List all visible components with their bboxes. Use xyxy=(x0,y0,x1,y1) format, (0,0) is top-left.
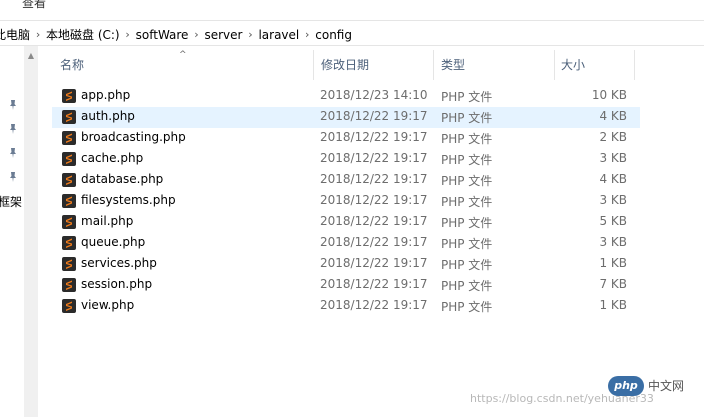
file-modified-date: 2018/12/22 19:17 xyxy=(320,256,428,270)
file-size: 7 KB xyxy=(599,277,627,291)
file-name: app.php xyxy=(81,88,131,102)
ribbon-tab-view[interactable]: 查看 xyxy=(22,0,46,11)
breadcrumb-software[interactable]: softWare xyxy=(134,28,191,42)
pin-icon[interactable] xyxy=(6,146,20,160)
file-modified-date: 2018/12/22 19:17 xyxy=(320,277,428,291)
file-row[interactable]: view.php 2018/12/22 19:17 PHP 文件 1 KB xyxy=(52,296,640,317)
chevron-right-icon[interactable]: › xyxy=(301,28,313,41)
pin-icon[interactable] xyxy=(6,98,20,112)
file-size: 1 KB xyxy=(599,298,627,312)
file-size: 3 KB xyxy=(599,193,627,207)
chevron-right-icon[interactable]: › xyxy=(244,28,256,41)
file-row[interactable]: filesystems.php 2018/12/22 19:17 PHP 文件 3 K… xyxy=(52,191,640,212)
file-row[interactable]: database.php 2018/12/22 19:17 PHP 文件 4 KB xyxy=(52,170,640,191)
column-divider[interactable] xyxy=(313,50,314,80)
file-modified-date: 2018/12/22 19:17 xyxy=(320,172,428,186)
breadcrumb-config[interactable]: config xyxy=(313,28,354,42)
file-type: PHP 文件 xyxy=(441,300,493,314)
breadcrumb-laravel[interactable]: laravel xyxy=(256,28,301,42)
php-file-icon xyxy=(62,152,76,166)
file-size: 5 KB xyxy=(599,214,627,228)
file-type: PHP 文件 xyxy=(441,216,493,230)
file-type: PHP 文件 xyxy=(441,279,493,293)
file-name: filesystems.php xyxy=(81,193,176,207)
file-name: auth.php xyxy=(81,109,135,123)
file-modified-date: 2018/12/22 19:17 xyxy=(320,130,428,144)
column-header-name[interactable]: 名称 xyxy=(60,50,84,80)
column-divider[interactable] xyxy=(433,50,434,80)
file-row[interactable]: session.php 2018/12/22 19:17 PHP 文件 7 KB xyxy=(52,275,640,296)
php-file-icon xyxy=(62,173,76,187)
php-file-icon xyxy=(62,110,76,124)
file-name: session.php xyxy=(81,277,153,291)
file-name: mail.php xyxy=(81,214,134,228)
file-type: PHP 文件 xyxy=(441,153,493,167)
file-row[interactable]: services.php 2018/12/22 19:17 PHP 文件 1 KB xyxy=(52,254,640,275)
column-divider[interactable] xyxy=(634,50,635,80)
php-file-icon xyxy=(62,89,76,103)
php-file-icon xyxy=(62,131,76,145)
file-name: cache.php xyxy=(81,151,144,165)
scroll-up-arrow-icon[interactable]: ▲ xyxy=(24,50,38,62)
sort-ascending-icon: ^ xyxy=(179,50,187,60)
chevron-right-icon[interactable]: › xyxy=(190,28,202,41)
file-row[interactable]: auth.php 2018/12/22 19:17 PHP 文件 4 KB xyxy=(52,107,640,128)
file-type: PHP 文件 xyxy=(441,90,493,104)
file-row[interactable]: cache.php 2018/12/22 19:17 PHP 文件 3 KB xyxy=(52,149,640,170)
breadcrumb-this-pc[interactable]: 此电脑 xyxy=(0,26,32,43)
chevron-right-icon[interactable]: › xyxy=(32,28,44,41)
pin-icon[interactable] xyxy=(6,170,20,184)
breadcrumb-local-disk[interactable]: 本地磁盘 (C:) xyxy=(44,26,122,43)
file-name: queue.php xyxy=(81,235,146,249)
php-file-icon xyxy=(62,194,76,208)
file-type: PHP 文件 xyxy=(441,195,493,209)
chevron-right-icon[interactable]: › xyxy=(122,28,134,41)
php-file-icon xyxy=(62,278,76,292)
address-bar[interactable]: 此电脑 › 本地磁盘 (C:) › softWare › server › la… xyxy=(0,20,704,46)
file-list: app.php 2018/12/23 14:10 PHP 文件 10 KB auth.p… xyxy=(52,86,640,317)
file-modified-date: 2018/12/22 19:17 xyxy=(320,193,428,207)
file-size: 4 KB xyxy=(599,109,627,123)
file-size: 3 KB xyxy=(599,235,627,249)
file-modified-date: 2018/12/22 19:17 xyxy=(320,235,428,249)
file-size: 2 KB xyxy=(599,130,627,144)
php-file-icon xyxy=(62,299,76,313)
watermark-url: https://blog.csdn.net/yehuaner33 xyxy=(470,392,654,405)
breadcrumb: 此电脑 › 本地磁盘 (C:) › softWare › server › la… xyxy=(0,26,354,43)
file-modified-date: 2018/12/22 19:17 xyxy=(320,109,428,123)
php-file-icon xyxy=(62,215,76,229)
pin-icon[interactable] xyxy=(6,122,20,136)
nav-scrollbar[interactable] xyxy=(24,46,38,417)
php-file-icon xyxy=(62,236,76,250)
file-type: PHP 文件 xyxy=(441,174,493,188)
file-type: PHP 文件 xyxy=(441,258,493,272)
nav-item-partial[interactable]: 框架 xyxy=(0,193,22,210)
file-size: 3 KB xyxy=(599,151,627,165)
ribbon: 查看 xyxy=(0,0,704,20)
file-modified-date: 2018/12/22 19:17 xyxy=(320,151,428,165)
file-name: services.php xyxy=(81,256,157,270)
file-row[interactable]: queue.php 2018/12/22 19:17 PHP 文件 3 KB xyxy=(52,233,640,254)
column-header-type[interactable]: 类型 xyxy=(441,50,465,80)
file-size: 4 KB xyxy=(599,172,627,186)
file-modified-date: 2018/12/22 19:17 xyxy=(320,298,428,312)
file-name: broadcasting.php xyxy=(81,130,186,144)
column-divider[interactable] xyxy=(554,50,555,80)
file-modified-date: 2018/12/23 14:10 xyxy=(320,88,428,102)
file-row[interactable]: broadcasting.php 2018/12/22 19:17 PHP 文件 2 … xyxy=(52,128,640,149)
file-row[interactable]: mail.php 2018/12/22 19:17 PHP 文件 5 KB xyxy=(52,212,640,233)
column-header-modified[interactable]: 修改日期 xyxy=(321,50,369,80)
file-size: 10 KB xyxy=(591,88,627,102)
file-modified-date: 2018/12/22 19:17 xyxy=(320,214,428,228)
file-size: 1 KB xyxy=(599,256,627,270)
file-row[interactable]: app.php 2018/12/23 14:10 PHP 文件 10 KB xyxy=(52,86,640,107)
php-file-icon xyxy=(62,257,76,271)
breadcrumb-server[interactable]: server xyxy=(202,28,244,42)
file-type: PHP 文件 xyxy=(441,237,493,251)
column-header-size[interactable]: 大小 xyxy=(561,50,585,80)
file-type: PHP 文件 xyxy=(441,111,493,125)
file-type: PHP 文件 xyxy=(441,132,493,146)
file-name: view.php xyxy=(81,298,135,312)
file-name: database.php xyxy=(81,172,164,186)
